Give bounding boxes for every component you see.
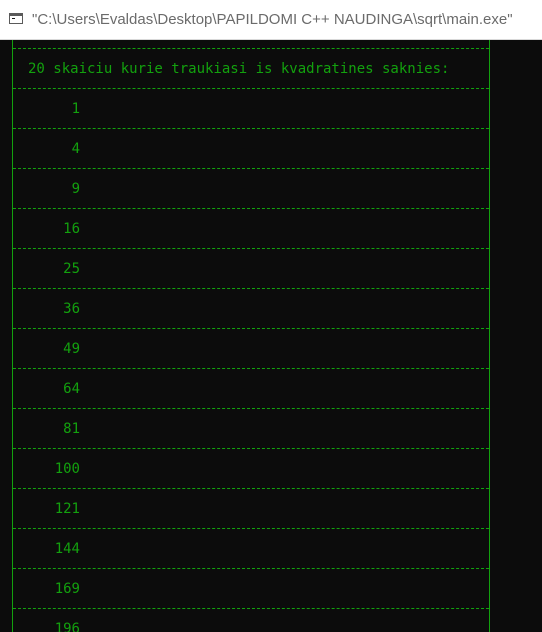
table-row: 25 <box>0 240 542 280</box>
table-row: 81 <box>0 400 542 440</box>
window-title: "C:\Users\Evaldas\Desktop\PAPILDOMI C++ … <box>32 11 513 28</box>
row-separator <box>13 288 489 289</box>
number-cell: 100 <box>54 461 80 477</box>
row-separator <box>13 248 489 249</box>
table-row: 36 <box>0 280 542 320</box>
table-row: 100 <box>0 440 542 480</box>
number-cell: 36 <box>63 301 80 317</box>
row-separator <box>13 608 489 609</box>
number-cell: 1 <box>71 101 80 117</box>
console-window: "C:\Users\Evaldas\Desktop\PAPILDOMI C++ … <box>0 0 542 632</box>
console-window-icon[interactable] <box>9 13 23 24</box>
row-separator <box>13 88 489 89</box>
title-bar[interactable]: "C:\Users\Evaldas\Desktop\PAPILDOMI C++ … <box>0 0 542 40</box>
number-cell: 196 <box>54 621 80 632</box>
row-separator <box>13 368 489 369</box>
row-separator <box>13 168 489 169</box>
table-row: 4 <box>0 120 542 160</box>
table-row: 196 <box>0 600 542 632</box>
row-separator <box>13 48 489 49</box>
row-separator <box>13 568 489 569</box>
table-row: 16 <box>0 200 542 240</box>
number-cell: 64 <box>63 381 80 397</box>
row-separator <box>13 488 489 489</box>
row-separator <box>13 328 489 329</box>
table-header-row: 20 skaiciu kurie traukiasi is kvadratine… <box>0 40 542 80</box>
row-separator <box>13 528 489 529</box>
table-row: 9 <box>0 160 542 200</box>
table-row: 169 <box>0 560 542 600</box>
number-cell: 25 <box>63 261 80 277</box>
table-header: 20 skaiciu kurie traukiasi is kvadratine… <box>28 61 450 77</box>
number-cell: 49 <box>63 341 80 357</box>
number-cell: 9 <box>71 181 80 197</box>
table-row: 49 <box>0 320 542 360</box>
number-cell: 144 <box>54 541 80 557</box>
number-cell: 16 <box>63 221 80 237</box>
table-row: 64 <box>0 360 542 400</box>
number-cell: 81 <box>63 421 80 437</box>
table-row: 144 <box>0 520 542 560</box>
console-output: 20 skaiciu kurie traukiasi is kvadratine… <box>0 40 542 632</box>
table-row: 1 <box>0 80 542 120</box>
row-separator <box>13 128 489 129</box>
number-cell: 169 <box>54 581 80 597</box>
number-cell: 4 <box>71 141 80 157</box>
row-separator <box>13 408 489 409</box>
row-separator <box>13 448 489 449</box>
number-cell: 121 <box>54 501 80 517</box>
table-row: 121 <box>0 480 542 520</box>
row-separator <box>13 208 489 209</box>
